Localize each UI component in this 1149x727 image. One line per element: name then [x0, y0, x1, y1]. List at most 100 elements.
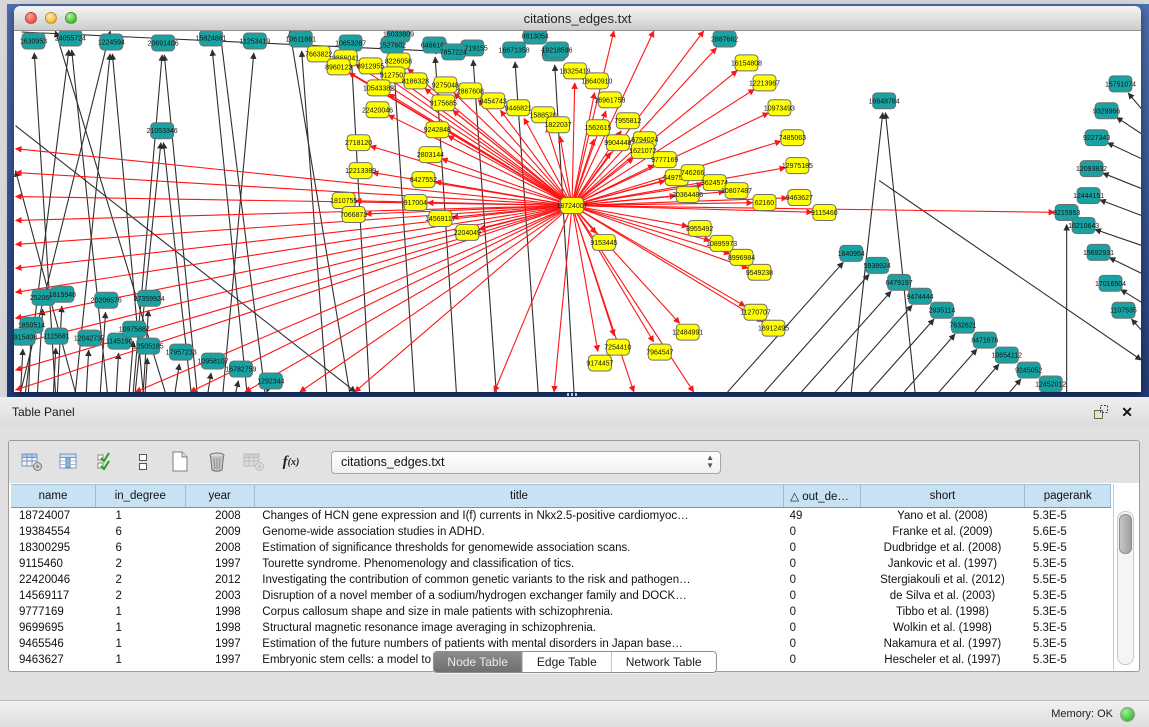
graph-edge[interactable] [57, 306, 61, 392]
graph-node[interactable]: 2204049 [454, 224, 481, 240]
graph-node[interactable]: 12452012 [1035, 376, 1066, 392]
graph-edge[interactable] [116, 353, 118, 392]
import-table-icon[interactable] [241, 449, 267, 475]
graph-node[interactable]: 15692931 [1083, 244, 1114, 260]
graph-node[interactable]: 16033809 [383, 31, 414, 42]
column-header-2[interactable]: year [185, 485, 254, 508]
graph-node[interactable]: 1822037 [544, 117, 571, 133]
graph-node[interactable]: 9115460 [811, 205, 838, 221]
graph-node[interactable]: 62160 [753, 195, 776, 211]
graph-edge[interactable] [555, 65, 574, 392]
graph-node[interactable]: 7254410 [604, 339, 631, 355]
graph-node[interactable]: 2887662 [711, 31, 738, 47]
graph-node[interactable]: 17957233 [166, 344, 197, 360]
graph-node[interactable]: 11253419 [240, 33, 271, 49]
table-row[interactable]: 977716911998Corpus callosum shape and si… [11, 604, 1111, 620]
column-header-0[interactable]: name [11, 485, 95, 508]
graph-node[interactable]: 1292344 [257, 373, 284, 389]
graph-node[interactable]: 1562615 [584, 120, 611, 136]
graph-node[interactable]: 9463627 [786, 190, 813, 206]
graph-node[interactable]: 21053346 [147, 123, 178, 139]
tab-node-table[interactable]: Node Table [433, 652, 523, 672]
graph-node[interactable]: 12505185 [133, 338, 164, 354]
graph-edge[interactable] [1131, 319, 1141, 330]
graph-node[interactable]: 9245052 [1015, 362, 1042, 378]
graph-node[interactable]: 917004 [404, 195, 427, 211]
graph-edge[interactable] [1109, 258, 1141, 274]
graph-edge[interactable] [1128, 93, 1141, 109]
graph-edge[interactable] [1121, 290, 1141, 303]
network-canvas[interactable]: 1630953240557241224594206914061582486111… [14, 31, 1141, 392]
graph-node[interactable]: 15824861 [196, 31, 227, 46]
function-builder-icon[interactable]: f(x) [278, 449, 304, 475]
zoom-window-button[interactable] [65, 12, 77, 24]
table-selector-dropdown[interactable]: citations_edges.txt ▲▼ [331, 451, 721, 474]
graph-node[interactable]: 12444151 [1073, 188, 1104, 204]
graph-node[interactable]: 8955492 [686, 220, 713, 236]
graph-edge[interactable] [939, 349, 977, 392]
close-panel-icon[interactable]: ✕ [1121, 405, 1133, 419]
graph-node[interactable]: 9446821 [505, 100, 532, 116]
column-header-3[interactable]: title [254, 485, 783, 508]
graph-node[interactable]: 20206576 [91, 292, 122, 308]
graph-node[interactable]: 9174457 [586, 355, 613, 371]
column-header-4[interactable]: △ out_de… [784, 485, 860, 508]
graph-edge[interactable] [835, 305, 912, 392]
citation-network-graph[interactable]: 1630953240557241224594206914061582486111… [14, 31, 1141, 392]
table-row[interactable]: 1872400712008Changes of HCN gene express… [11, 508, 1111, 525]
column-header-5[interactable]: short [860, 485, 1025, 508]
graph-edge[interactable] [212, 50, 247, 392]
graph-node[interactable]: 3915408 [14, 329, 37, 345]
graph-node[interactable]: 7955812 [614, 113, 641, 129]
graph-edge[interactable] [1010, 379, 1021, 392]
graph-node[interactable]: 20364486 [672, 187, 703, 203]
graph-node[interactable]: 12484991 [672, 324, 703, 340]
graph-node[interactable]: 8186328 [402, 73, 429, 89]
table-row[interactable]: 911546021997Tourette syndrome. Phenomeno… [11, 556, 1111, 572]
table-row[interactable]: 2242004622012Investigating the contribut… [11, 572, 1111, 588]
graph-edge[interactable] [223, 53, 254, 392]
column-header-6[interactable]: pagerank [1025, 485, 1111, 508]
minimize-window-button[interactable] [45, 12, 57, 24]
graph-edge[interactable] [572, 83, 575, 206]
graph-edge[interactable] [554, 206, 572, 392]
graph-node[interactable]: 7964547 [646, 344, 673, 360]
graph-edge[interactable] [16, 171, 76, 392]
graph-node[interactable]: 18724007 [557, 198, 588, 214]
graph-node[interactable]: 17359924 [134, 290, 165, 306]
graph-node[interactable]: 7857224 [440, 44, 467, 60]
graph-edge[interactable] [16, 206, 572, 245]
delete-column-icon[interactable] [204, 449, 230, 475]
graph-node[interactable]: 9549238 [746, 264, 773, 280]
graph-edge[interactable] [1095, 229, 1141, 245]
graph-node[interactable]: 20691406 [148, 35, 179, 51]
graph-edge[interactable] [1100, 200, 1141, 216]
graph-node[interactable]: 12975185 [782, 158, 813, 174]
graph-node[interactable]: 2718120 [345, 135, 372, 151]
table-mode-icon[interactable] [19, 449, 45, 475]
graph-node[interactable]: 746266 [681, 165, 704, 181]
graph-node[interactable]: 10958107 [198, 353, 229, 369]
graph-node[interactable]: 1115681 [43, 328, 69, 344]
graph-edge[interactable] [869, 319, 934, 392]
graph-node[interactable]: 15751074 [1105, 76, 1136, 92]
graph-edge[interactable] [975, 364, 999, 392]
tab-edge-table[interactable]: Edge Table [523, 652, 612, 672]
graph-node[interactable]: 5938924 [864, 257, 891, 273]
graph-node[interactable]: 6479197 [886, 274, 913, 290]
graph-node[interactable]: 12213967 [749, 75, 780, 91]
graph-edge[interactable] [164, 55, 197, 392]
graph-edge[interactable] [1103, 173, 1141, 189]
graph-node[interactable]: 16210643 [1068, 217, 1099, 233]
graph-edge[interactable] [236, 381, 238, 392]
close-window-button[interactable] [25, 12, 37, 24]
graph-edge[interactable] [572, 31, 614, 206]
graph-edge[interactable] [801, 291, 891, 392]
graph-edge[interactable] [572, 206, 614, 336]
graph-node[interactable]: 16961758 [594, 92, 625, 108]
tab-network-table[interactable]: Network Table [612, 652, 716, 672]
graph-node[interactable]: 14569117 [425, 211, 456, 227]
graph-node[interactable]: 1815948 [49, 286, 76, 302]
graph-node[interactable]: 10975887 [119, 321, 150, 337]
graph-node[interactable]: 9904448 [604, 135, 631, 151]
